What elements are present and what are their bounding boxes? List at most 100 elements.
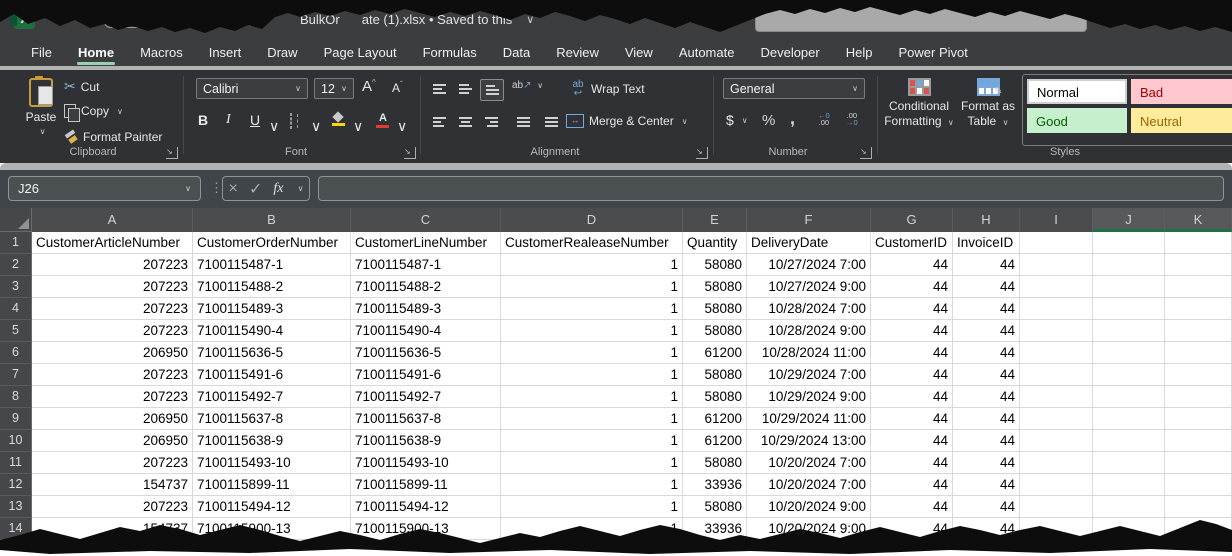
cell-J12[interactable] — [1093, 474, 1165, 496]
cell-D5[interactable]: 1 — [501, 320, 683, 342]
cell-J2[interactable] — [1093, 254, 1165, 276]
increase-decimal-button[interactable]: ←0.00 — [818, 112, 830, 126]
cell-K2[interactable] — [1165, 254, 1232, 276]
editing-mode-icon[interactable]: ✎ — [248, 9, 265, 26]
cell-A5[interactable]: 207223 — [32, 320, 193, 342]
cell-H7[interactable]: 44 — [953, 364, 1020, 386]
column-header-K[interactable]: K — [1165, 208, 1232, 232]
cell-D6[interactable]: 1 — [501, 342, 683, 364]
select-all-corner[interactable] — [0, 208, 32, 232]
tab-automate[interactable]: Automate — [666, 40, 748, 66]
cell-J14[interactable] — [1093, 518, 1165, 540]
column-header-J[interactable]: J — [1093, 208, 1165, 232]
clipboard-dialog-launcher[interactable]: ↘ — [166, 147, 178, 159]
cell-I13[interactable] — [1020, 496, 1093, 518]
cell-D4[interactable]: 1 — [501, 298, 683, 320]
cell-K1[interactable] — [1165, 232, 1232, 254]
cell-D9[interactable]: 1 — [501, 408, 683, 430]
orientation-dropdown-icon[interactable]: ∨ — [537, 81, 543, 90]
decrease-indent-button[interactable] — [512, 112, 534, 132]
cell-K4[interactable] — [1165, 298, 1232, 320]
cell-A10[interactable]: 206950 — [32, 430, 193, 452]
cell-A3[interactable]: 207223 — [32, 276, 193, 298]
tab-draw[interactable]: Draw — [254, 40, 310, 66]
cell-I3[interactable] — [1020, 276, 1093, 298]
cell-E4[interactable]: 58080 — [683, 298, 747, 320]
comma-style-button[interactable]: , — [790, 108, 795, 129]
style-good[interactable]: Good — [1027, 108, 1127, 133]
tab-page-layout[interactable]: Page Layout — [311, 40, 410, 66]
align-center-button[interactable] — [454, 112, 476, 132]
cell-I5[interactable] — [1020, 320, 1093, 342]
format-as-table-button[interactable]: Format as Table ∨ — [956, 76, 1020, 130]
cell-K9[interactable] — [1165, 408, 1232, 430]
cell-E2[interactable]: 58080 — [683, 254, 747, 276]
font-dialog-launcher[interactable]: ↘ — [404, 147, 416, 159]
cell-G4[interactable]: 44 — [871, 298, 953, 320]
cell-F6[interactable]: 10/28/2024 11:00 — [747, 342, 871, 364]
tab-view[interactable]: View — [612, 40, 666, 66]
cell-H13[interactable]: 44 — [953, 496, 1020, 518]
cell-E11[interactable]: 58080 — [683, 452, 747, 474]
fill-color-dropdown-icon[interactable]: ∨ — [353, 118, 363, 135]
cell-B11[interactable]: 7100115493-10 — [193, 452, 351, 474]
cell-H9[interactable]: 44 — [953, 408, 1020, 430]
decrease-decimal-button[interactable]: .00→0 — [846, 112, 858, 126]
cell-F14[interactable]: 10/20/2024 9:00 — [747, 518, 871, 540]
cut-button[interactable]: ✂ Cut — [64, 78, 99, 95]
cell-B9[interactable]: 7100115637-8 — [193, 408, 351, 430]
cell-K11[interactable] — [1165, 452, 1232, 474]
cell-G3[interactable]: 44 — [871, 276, 953, 298]
fx-dropdown-icon[interactable]: ∨ — [298, 184, 304, 193]
cell-G13[interactable]: 44 — [871, 496, 953, 518]
cell-K6[interactable] — [1165, 342, 1232, 364]
row-header-11[interactable]: 11 — [0, 452, 32, 474]
cell-K13[interactable] — [1165, 496, 1232, 518]
cell-B4[interactable]: 7100115489-3 — [193, 298, 351, 320]
cell-J4[interactable] — [1093, 298, 1165, 320]
font-size-select[interactable]: 12∨ — [314, 78, 354, 99]
cell-G7[interactable]: 44 — [871, 364, 953, 386]
cell-G11[interactable]: 44 — [871, 452, 953, 474]
cell-J5[interactable] — [1093, 320, 1165, 342]
cell-F13[interactable]: 10/20/2024 9:00 — [747, 496, 871, 518]
cell-C8[interactable]: 7100115492-7 — [351, 386, 501, 408]
format-painter-button[interactable]: Format Painter — [64, 130, 162, 144]
cell-A13[interactable]: 207223 — [32, 496, 193, 518]
cell-F7[interactable]: 10/29/2024 7:00 — [747, 364, 871, 386]
cell-F5[interactable]: 10/28/2024 9:00 — [747, 320, 871, 342]
cell-F10[interactable]: 10/29/2024 13:00 — [747, 430, 871, 452]
cell-A11[interactable]: 207223 — [32, 452, 193, 474]
cell-I10[interactable] — [1020, 430, 1093, 452]
tab-help[interactable]: Help — [833, 40, 886, 66]
cell-H6[interactable]: 44 — [953, 342, 1020, 364]
enter-button[interactable]: ✓ — [249, 179, 262, 199]
cell-B13[interactable]: 7100115494-12 — [193, 496, 351, 518]
cell-C6[interactable]: 7100115636-5 — [351, 342, 501, 364]
cell-G9[interactable]: 44 — [871, 408, 953, 430]
cell-E1[interactable]: Quantity — [683, 232, 747, 254]
cell-I12[interactable] — [1020, 474, 1093, 496]
increase-font-size-button[interactable]: A^ — [362, 78, 376, 95]
copy-button[interactable]: Copy ∨ — [64, 104, 123, 118]
cell-J8[interactable] — [1093, 386, 1165, 408]
tab-review[interactable]: Review — [543, 40, 612, 66]
cell-G10[interactable]: 44 — [871, 430, 953, 452]
column-header-F[interactable]: F — [747, 208, 871, 232]
cell-E14[interactable]: 33936 — [683, 518, 747, 540]
cancel-button[interactable]: × — [229, 180, 238, 198]
column-header-H[interactable]: H — [953, 208, 1020, 232]
cell-H14[interactable]: 44 — [953, 518, 1020, 540]
bold-button[interactable]: B — [198, 112, 208, 128]
row-header-12[interactable]: 12 — [0, 474, 32, 496]
cell-H12[interactable]: 44 — [953, 474, 1020, 496]
cell-B10[interactable]: 7100115638-9 — [193, 430, 351, 452]
cell-D7[interactable]: 1 — [501, 364, 683, 386]
cell-I14[interactable] — [1020, 518, 1093, 540]
cell-E7[interactable]: 58080 — [683, 364, 747, 386]
cell-D2[interactable]: 1 — [501, 254, 683, 276]
cell-A2[interactable]: 207223 — [32, 254, 193, 276]
cell-B3[interactable]: 7100115488-2 — [193, 276, 351, 298]
borders-button[interactable] — [290, 114, 292, 128]
number-dialog-launcher[interactable]: ↘ — [860, 147, 872, 159]
